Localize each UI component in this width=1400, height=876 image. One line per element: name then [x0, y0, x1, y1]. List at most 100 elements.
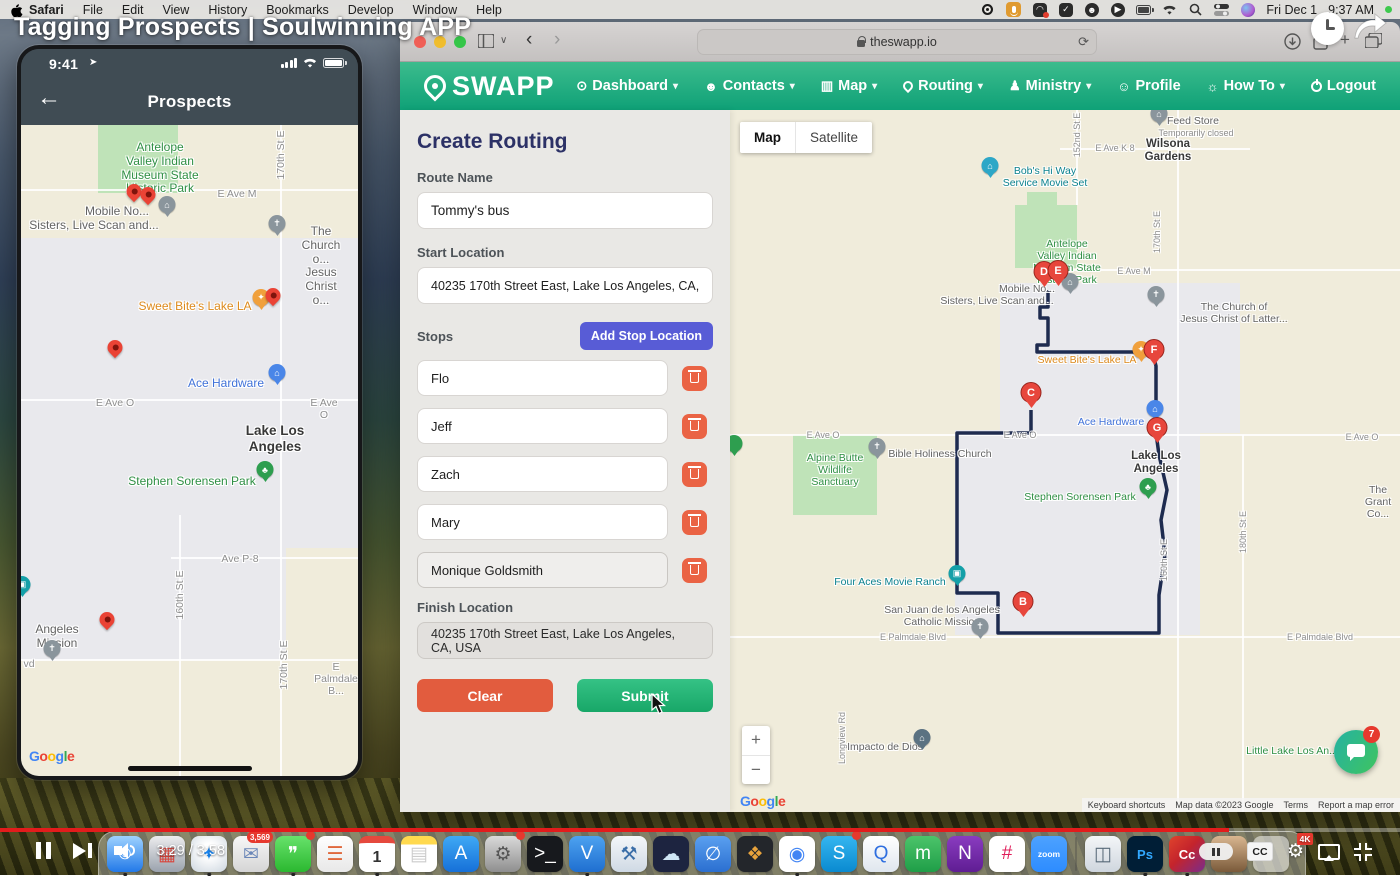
routing-map[interactable]: Map Satellite + − Google Keyboard shortc… [730, 110, 1400, 812]
map-type-satellite-button[interactable]: Satellite [796, 122, 872, 153]
delete-stop-button-5[interactable] [682, 558, 707, 583]
dock-icon-terminal[interactable]: >_ [527, 836, 563, 872]
menu-item-safari[interactable]: Safari [29, 3, 64, 17]
minimize-window-button[interactable] [434, 36, 446, 48]
attribution-link[interactable]: Report a map error [1318, 800, 1394, 810]
back-button[interactable]: ‹ [526, 29, 532, 51]
submit-button[interactable]: Submit [577, 679, 713, 712]
menu-item-help[interactable]: Help [476, 3, 502, 17]
stop-input-4[interactable] [417, 504, 668, 540]
swapp-logo[interactable]: SWAPP [424, 71, 555, 102]
poi-pin-icon[interactable] [730, 435, 743, 452]
delete-stop-button-1[interactable] [682, 366, 707, 391]
nav-item-how-to[interactable]: ☼How To▾ [1207, 78, 1285, 94]
menu-item-bookmarks[interactable]: Bookmarks [266, 3, 329, 17]
poi-pin-icon[interactable]: ⌂ [1151, 110, 1168, 122]
nav-item-contacts[interactable]: ☻Contacts▾ [704, 78, 795, 94]
apple-menu-icon[interactable] [10, 2, 23, 17]
play-circle-icon[interactable]: ▶ [1110, 2, 1125, 17]
control-center-icon[interactable] [1214, 2, 1229, 17]
zoom-out-button[interactable]: − [742, 756, 770, 785]
microphone-icon[interactable] [1006, 2, 1021, 17]
downloads-icon[interactable] [1284, 33, 1301, 50]
dock-icon-skype[interactable]: S [821, 836, 857, 872]
search-icon[interactable] [1188, 2, 1203, 17]
poi-pin-icon[interactable]: ✝ [1148, 286, 1165, 303]
menu-item-edit[interactable]: Edit [122, 3, 144, 17]
address-bar[interactable]: theswapp.io ⟳ [697, 29, 1097, 55]
route-marker-F[interactable]: F [1144, 339, 1165, 360]
clear-button[interactable]: Clear [417, 679, 553, 712]
delete-stop-button-2[interactable] [682, 414, 707, 439]
poi-pin-icon[interactable]: ⌂ [1147, 400, 1164, 417]
dock-icon-onenote[interactable]: N [947, 836, 983, 872]
shield-check-icon[interactable]: ✓ [1058, 2, 1073, 17]
delete-stop-button-3[interactable] [682, 462, 707, 487]
menu-item-view[interactable]: View [162, 3, 189, 17]
map-type-map-button[interactable]: Map [740, 122, 796, 153]
phone-map[interactable]: Google Antelope Valley Indian Museum Sta… [21, 125, 358, 776]
home-indicator[interactable] [128, 766, 252, 771]
screen-record-icon[interactable] [980, 2, 995, 17]
dock-icon-finder[interactable]: ☺ [107, 836, 143, 872]
route-marker-E[interactable]: E [1048, 260, 1069, 281]
dock-icon-photoshop[interactable]: Ps [1127, 836, 1163, 872]
user-circle-icon[interactable]: ☻ [1084, 2, 1099, 17]
wifi-icon[interactable] [1162, 2, 1177, 17]
stop-input-5[interactable] [417, 552, 668, 588]
dock-icon-xcode[interactable]: ⚒ [611, 836, 647, 872]
stop-input-3[interactable] [417, 456, 668, 492]
route-marker-B[interactable]: B [1013, 591, 1034, 612]
zoom-in-button[interactable]: + [742, 726, 770, 756]
back-arrow-icon[interactable]: ← [37, 84, 61, 112]
dock-icon-preview-app[interactable]: ◫ [1085, 836, 1121, 872]
poi-pin-icon[interactable]: ⌂ [982, 157, 999, 174]
dock-icon-creative-cloud[interactable]: Cc [1169, 836, 1205, 872]
poi-pin-icon[interactable]: ✝ [869, 438, 886, 455]
menu-item-develop[interactable]: Develop [348, 3, 394, 17]
menu-item-file[interactable]: File [83, 3, 103, 17]
sidebar-icon[interactable] [478, 34, 494, 48]
start-location-input[interactable] [417, 267, 713, 304]
dock-icon-chrome[interactable]: ◉ [779, 836, 815, 872]
reload-icon[interactable]: ⟳ [1078, 34, 1089, 50]
stop-input-1[interactable] [417, 360, 668, 396]
delete-stop-button-4[interactable] [682, 510, 707, 535]
notification-app-icon[interactable]: ◠ [1032, 2, 1047, 17]
dock-icon-mail[interactable]: ✉3,569 [233, 836, 269, 872]
poi-pin-icon[interactable]: ♣ [1140, 478, 1157, 495]
dock-icon-launchpad[interactable]: ▦ [149, 836, 185, 872]
dock-icon-no-sign-app[interactable]: ∅ [695, 836, 731, 872]
poi-pin-icon[interactable]: ♣ [257, 461, 274, 478]
dock-icon-messages[interactable]: ❞ [275, 836, 311, 872]
dock-icon-vscode[interactable]: V [569, 836, 605, 872]
poi-pin-icon[interactable]: ▣ [949, 565, 966, 582]
dock-icon-app-store[interactable]: A [443, 836, 479, 872]
dock-icon-safari[interactable]: ✦ [191, 836, 227, 872]
poi-pin-icon[interactable]: ⌂ [914, 729, 931, 746]
dock-icon-trash[interactable] [1253, 836, 1289, 872]
attribution-link[interactable]: Map data ©2023 Google [1175, 800, 1273, 810]
poi-pin-icon[interactable]: ✝ [44, 640, 61, 657]
dock-icon-user-photo[interactable] [1211, 836, 1247, 872]
poi-pin-icon[interactable]: ✝ [972, 618, 989, 635]
zoom-window-button[interactable] [454, 36, 466, 48]
nav-item-dashboard[interactable]: ⊙Dashboard▾ [576, 78, 678, 94]
share-arrow-icon[interactable] [1352, 12, 1388, 45]
dock-icon-davinci-resolve[interactable]: ❖ [737, 836, 773, 872]
stop-input-2[interactable] [417, 408, 668, 444]
nav-item-profile[interactable]: ☺Profile [1117, 78, 1180, 94]
route-name-input[interactable] [417, 192, 713, 229]
dock-icon-notes[interactable]: ▤ [401, 836, 437, 872]
route-marker-G[interactable]: G [1147, 417, 1168, 438]
finish-location-input[interactable]: 40235 170th Street East, Lake Los Angele… [417, 622, 713, 659]
watch-later-icon[interactable] [1311, 12, 1344, 45]
attribution-link[interactable]: Keyboard shortcuts [1088, 800, 1166, 810]
menu-item-window[interactable]: Window [413, 3, 457, 17]
poi-pin-icon[interactable]: ⌂ [269, 364, 286, 381]
nav-item-logout[interactable]: Logout [1311, 78, 1376, 94]
dock-icon-slack[interactable]: # [989, 836, 1025, 872]
dock-icon-system-settings[interactable]: ⚙ [485, 836, 521, 872]
battery-icon[interactable] [1136, 2, 1151, 17]
dock-icon-green-app[interactable]: m [905, 836, 941, 872]
